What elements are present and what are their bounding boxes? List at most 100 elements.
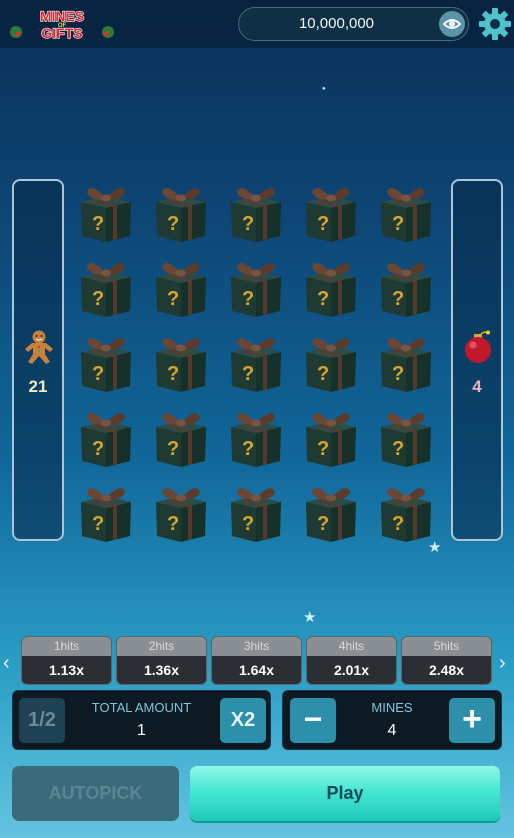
gift-tile[interactable]: ? <box>225 476 287 545</box>
gift-tile[interactable]: ? <box>225 401 287 470</box>
sparkle-decoration: ● <box>322 86 326 92</box>
top-bar: MINES OF GIFTS 10,000,000 <box>0 0 514 48</box>
multiplier-strip: ‹ 1hits 1.13x 2hits 1.36x 3hits 1.64x 4h… <box>0 634 514 686</box>
gift-question-mark: ? <box>317 213 329 235</box>
mystery-gift-box-icon: ? <box>381 188 431 242</box>
multiplier-card: 5hits 2.48x <box>401 636 492 685</box>
multiplier-card: 3hits 1.64x <box>211 636 302 685</box>
play-button[interactable]: Play <box>190 766 500 821</box>
gift-tile[interactable]: ? <box>375 251 437 320</box>
gift-tile[interactable]: ? <box>75 476 137 545</box>
toggle-balance-button[interactable] <box>439 11 465 37</box>
gift-tile[interactable]: ? <box>225 251 287 320</box>
gift-question-mark: ? <box>317 288 329 310</box>
mystery-gift-box-icon: ? <box>231 488 281 542</box>
sparkle-decoration: ★ <box>303 609 317 626</box>
gift-question-mark: ? <box>92 438 104 460</box>
gift-tile[interactable]: ? <box>75 251 137 320</box>
svg-text:GIFTS: GIFTS <box>41 25 82 41</box>
gift-tile[interactable]: ? <box>150 251 212 320</box>
gift-question-mark: ? <box>92 213 104 235</box>
mystery-gift-box-icon: ? <box>306 338 356 392</box>
multiplier-card: 1hits 1.13x <box>21 636 112 685</box>
mystery-gift-box-icon: ? <box>306 188 356 242</box>
gift-question-mark: ? <box>242 213 254 235</box>
mystery-gift-box-icon: ? <box>81 263 131 317</box>
gear-icon[interactable] <box>478 7 512 41</box>
multiplier-value: 1.64x <box>238 662 275 678</box>
multiplier-hits-label: 2hits <box>117 637 206 656</box>
mystery-gift-box-icon: ? <box>156 488 206 542</box>
gift-question-mark: ? <box>92 288 104 310</box>
gift-tile[interactable]: ? <box>300 476 362 545</box>
multiplier-value: 2.48x <box>428 662 465 678</box>
mines-of-gifts-logo: MINES OF GIFTS <box>10 7 114 42</box>
gems-remaining-panel: 21 <box>12 179 64 541</box>
gift-question-mark: ? <box>317 363 329 385</box>
gift-question-mark: ? <box>92 513 104 535</box>
mystery-gift-box-icon: ? <box>156 413 206 467</box>
gift-question-mark: ? <box>392 363 404 385</box>
gift-tile[interactable]: ? <box>225 176 287 245</box>
mystery-gift-box-icon: ? <box>81 488 131 542</box>
mystery-gift-box-icon: ? <box>381 488 431 542</box>
balance-value: 10,000,000 <box>298 15 375 32</box>
gift-question-mark: ? <box>167 288 179 310</box>
gift-question-mark: ? <box>392 513 404 535</box>
gift-question-mark: ? <box>317 438 329 460</box>
autopick-button[interactable]: AUTOPICK <box>12 766 179 821</box>
gift-tile[interactable]: ? <box>75 401 137 470</box>
gems-remaining-count: 21 <box>28 377 48 396</box>
gift-tile[interactable]: ? <box>375 401 437 470</box>
gift-question-mark: ? <box>167 363 179 385</box>
mines-control: − MINES 4 + <box>282 690 502 750</box>
gift-question-mark: ? <box>167 438 179 460</box>
gift-tile[interactable]: ? <box>150 326 212 395</box>
gift-tile[interactable]: ? <box>375 176 437 245</box>
balance-display: 10,000,000 <box>238 7 469 41</box>
mystery-gift-box-icon: ? <box>381 413 431 467</box>
gift-question-mark: ? <box>242 513 254 535</box>
christmas-ornament-bomb-icon <box>465 330 491 363</box>
gift-tile[interactable]: ? <box>150 401 212 470</box>
gift-question-mark: ? <box>167 213 179 235</box>
multiplier-value: 1.13x <box>48 662 85 678</box>
mines-remaining-panel: 4 <box>451 179 503 541</box>
gift-tile[interactable]: ? <box>300 176 362 245</box>
gift-tile[interactable]: ? <box>375 476 437 545</box>
gift-question-mark: ? <box>242 363 254 385</box>
gift-tile[interactable]: ? <box>150 176 212 245</box>
gift-question-mark: ? <box>392 438 404 460</box>
gift-question-mark: ? <box>392 288 404 310</box>
mystery-gift-box-icon: ? <box>81 413 131 467</box>
multiplier-card: 2hits 1.36x <box>116 636 207 685</box>
double-amount-button[interactable]: X2 <box>220 698 266 743</box>
increase-mines-button[interactable]: + <box>449 698 495 743</box>
chevron-left-icon[interactable]: ‹ <box>3 652 10 675</box>
gift-tile[interactable]: ? <box>75 326 137 395</box>
gift-grid: ????????????????????????? <box>75 176 440 548</box>
mystery-gift-box-icon: ? <box>231 263 281 317</box>
gift-question-mark: ? <box>167 513 179 535</box>
gift-question-mark: ? <box>392 213 404 235</box>
mystery-gift-box-icon: ? <box>231 338 281 392</box>
gift-tile[interactable]: ? <box>75 176 137 245</box>
mines-remaining-count: 4 <box>472 377 482 396</box>
gift-question-mark: ? <box>92 363 104 385</box>
mystery-gift-box-icon: ? <box>156 338 206 392</box>
gift-tile[interactable]: ? <box>150 476 212 545</box>
mystery-gift-box-icon: ? <box>231 188 281 242</box>
gift-tile[interactable]: ? <box>300 401 362 470</box>
multiplier-hits-label: 1hits <box>22 637 111 656</box>
svg-text:MINES: MINES <box>40 8 84 24</box>
multiplier-value: 2.01x <box>333 662 370 678</box>
chevron-right-icon[interactable]: › <box>499 652 506 675</box>
multiplier-card: 4hits 2.01x <box>306 636 397 685</box>
gift-tile[interactable]: ? <box>300 251 362 320</box>
gift-tile[interactable]: ? <box>375 326 437 395</box>
gift-tile[interactable]: ? <box>225 326 287 395</box>
gift-tile[interactable]: ? <box>300 326 362 395</box>
mystery-gift-box-icon: ? <box>81 188 131 242</box>
gift-question-mark: ? <box>242 438 254 460</box>
gift-question-mark: ? <box>242 288 254 310</box>
